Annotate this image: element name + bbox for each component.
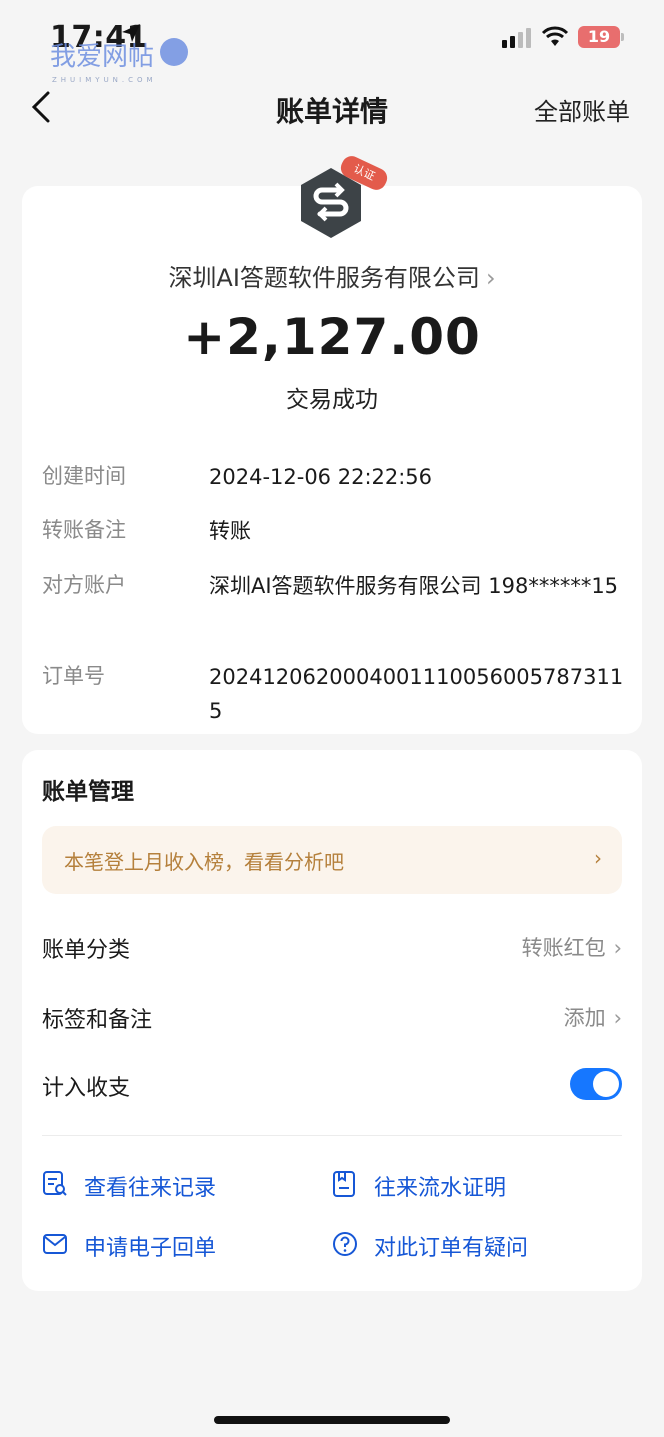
action-label: 往来流水证明 (374, 1176, 507, 1201)
tag-remark-value[interactable]: 添加 › (564, 1002, 622, 1032)
bill-category-row[interactable]: 账单分类 转账红包 › (42, 922, 622, 970)
action-label: 查看往来记录 (84, 1176, 217, 1201)
battery-cap (621, 33, 624, 41)
record-icon (43, 1171, 67, 1196)
section-title: 账单管理 (42, 779, 134, 805)
bill-management-card: 账单管理 本笔登上月收入榜，看看分析吧 › 账单分类 转账红包 › 标签和备注 添… (22, 750, 642, 1291)
detail-value: 2024120620004001110056005787311 5 (209, 665, 624, 723)
certificate-icon (333, 1171, 355, 1197)
detail-label: 对方账户 (42, 573, 126, 597)
tag-remark-row[interactable]: 标签和备注 添加 › (42, 992, 622, 1040)
setting-label: 账单分类 (42, 938, 131, 963)
transaction-amount: +2,127.00 (183, 308, 481, 366)
setting-label: 标签和备注 (42, 1008, 153, 1033)
transaction-status: 交易成功 (286, 387, 378, 413)
include-income-row: 计入收支 (42, 1060, 622, 1108)
nav-bar: 账单详情 全部账单 (0, 76, 664, 140)
setting-label: 计入收支 (42, 1076, 131, 1101)
divider (42, 1135, 622, 1136)
setting-value-text: 添加 (563, 1006, 606, 1030)
question-icon (333, 1232, 357, 1256)
income-ranking-banner[interactable]: 本笔登上月收入榜，看看分析吧 › (42, 826, 622, 894)
detail-value: 深圳AI答题软件服务有限公司 198******15 (209, 574, 619, 598)
wifi-icon (541, 26, 569, 46)
chevron-right-icon: › (485, 264, 496, 292)
status-bar: 17:41 我爱网帖 ZHUIMYUN.COM 19 (0, 0, 664, 84)
chevron-right-icon: › (613, 1006, 622, 1030)
toggle-knob (593, 1071, 619, 1097)
detail-value: 转账 (209, 519, 251, 543)
bill-category-value[interactable]: 转账红包 › (522, 932, 622, 962)
watermark: 我爱网帖 (50, 42, 155, 72)
action-label: 申请电子回单 (84, 1236, 217, 1261)
merchant-name[interactable]: 深圳AI答题软件服务有限公司 › (22, 258, 642, 293)
battery-indicator: 19 (578, 26, 620, 48)
detail-label: 转账备注 (42, 518, 126, 542)
action-label: 对此订单有疑问 (374, 1236, 529, 1261)
transaction-card: 认证 深圳AI答题软件服务有限公司 › +2,127.00 交易成功 创建时间 2… (22, 152, 642, 734)
promo-text: 本笔登上月收入榜，看看分析吧 (64, 850, 344, 874)
include-income-toggle[interactable] (570, 1068, 622, 1100)
chevron-right-icon: › (594, 846, 602, 870)
detail-value: 2024-12-06 22:22:56 (209, 465, 433, 489)
merchant-name-text: 深圳AI答题软件服务有限公司 (168, 264, 480, 292)
detail-label: 创建时间 (42, 464, 126, 488)
chevron-right-icon: › (613, 936, 622, 960)
all-bills-link[interactable]: 全部账单 (534, 92, 630, 127)
watermark-logo-icon (160, 38, 188, 66)
mail-icon (43, 1234, 67, 1254)
setting-value-text: 转账红包 (521, 936, 606, 960)
signal-icon (502, 28, 531, 48)
home-indicator[interactable] (214, 1416, 450, 1424)
detail-label: 订单号 (42, 664, 105, 688)
